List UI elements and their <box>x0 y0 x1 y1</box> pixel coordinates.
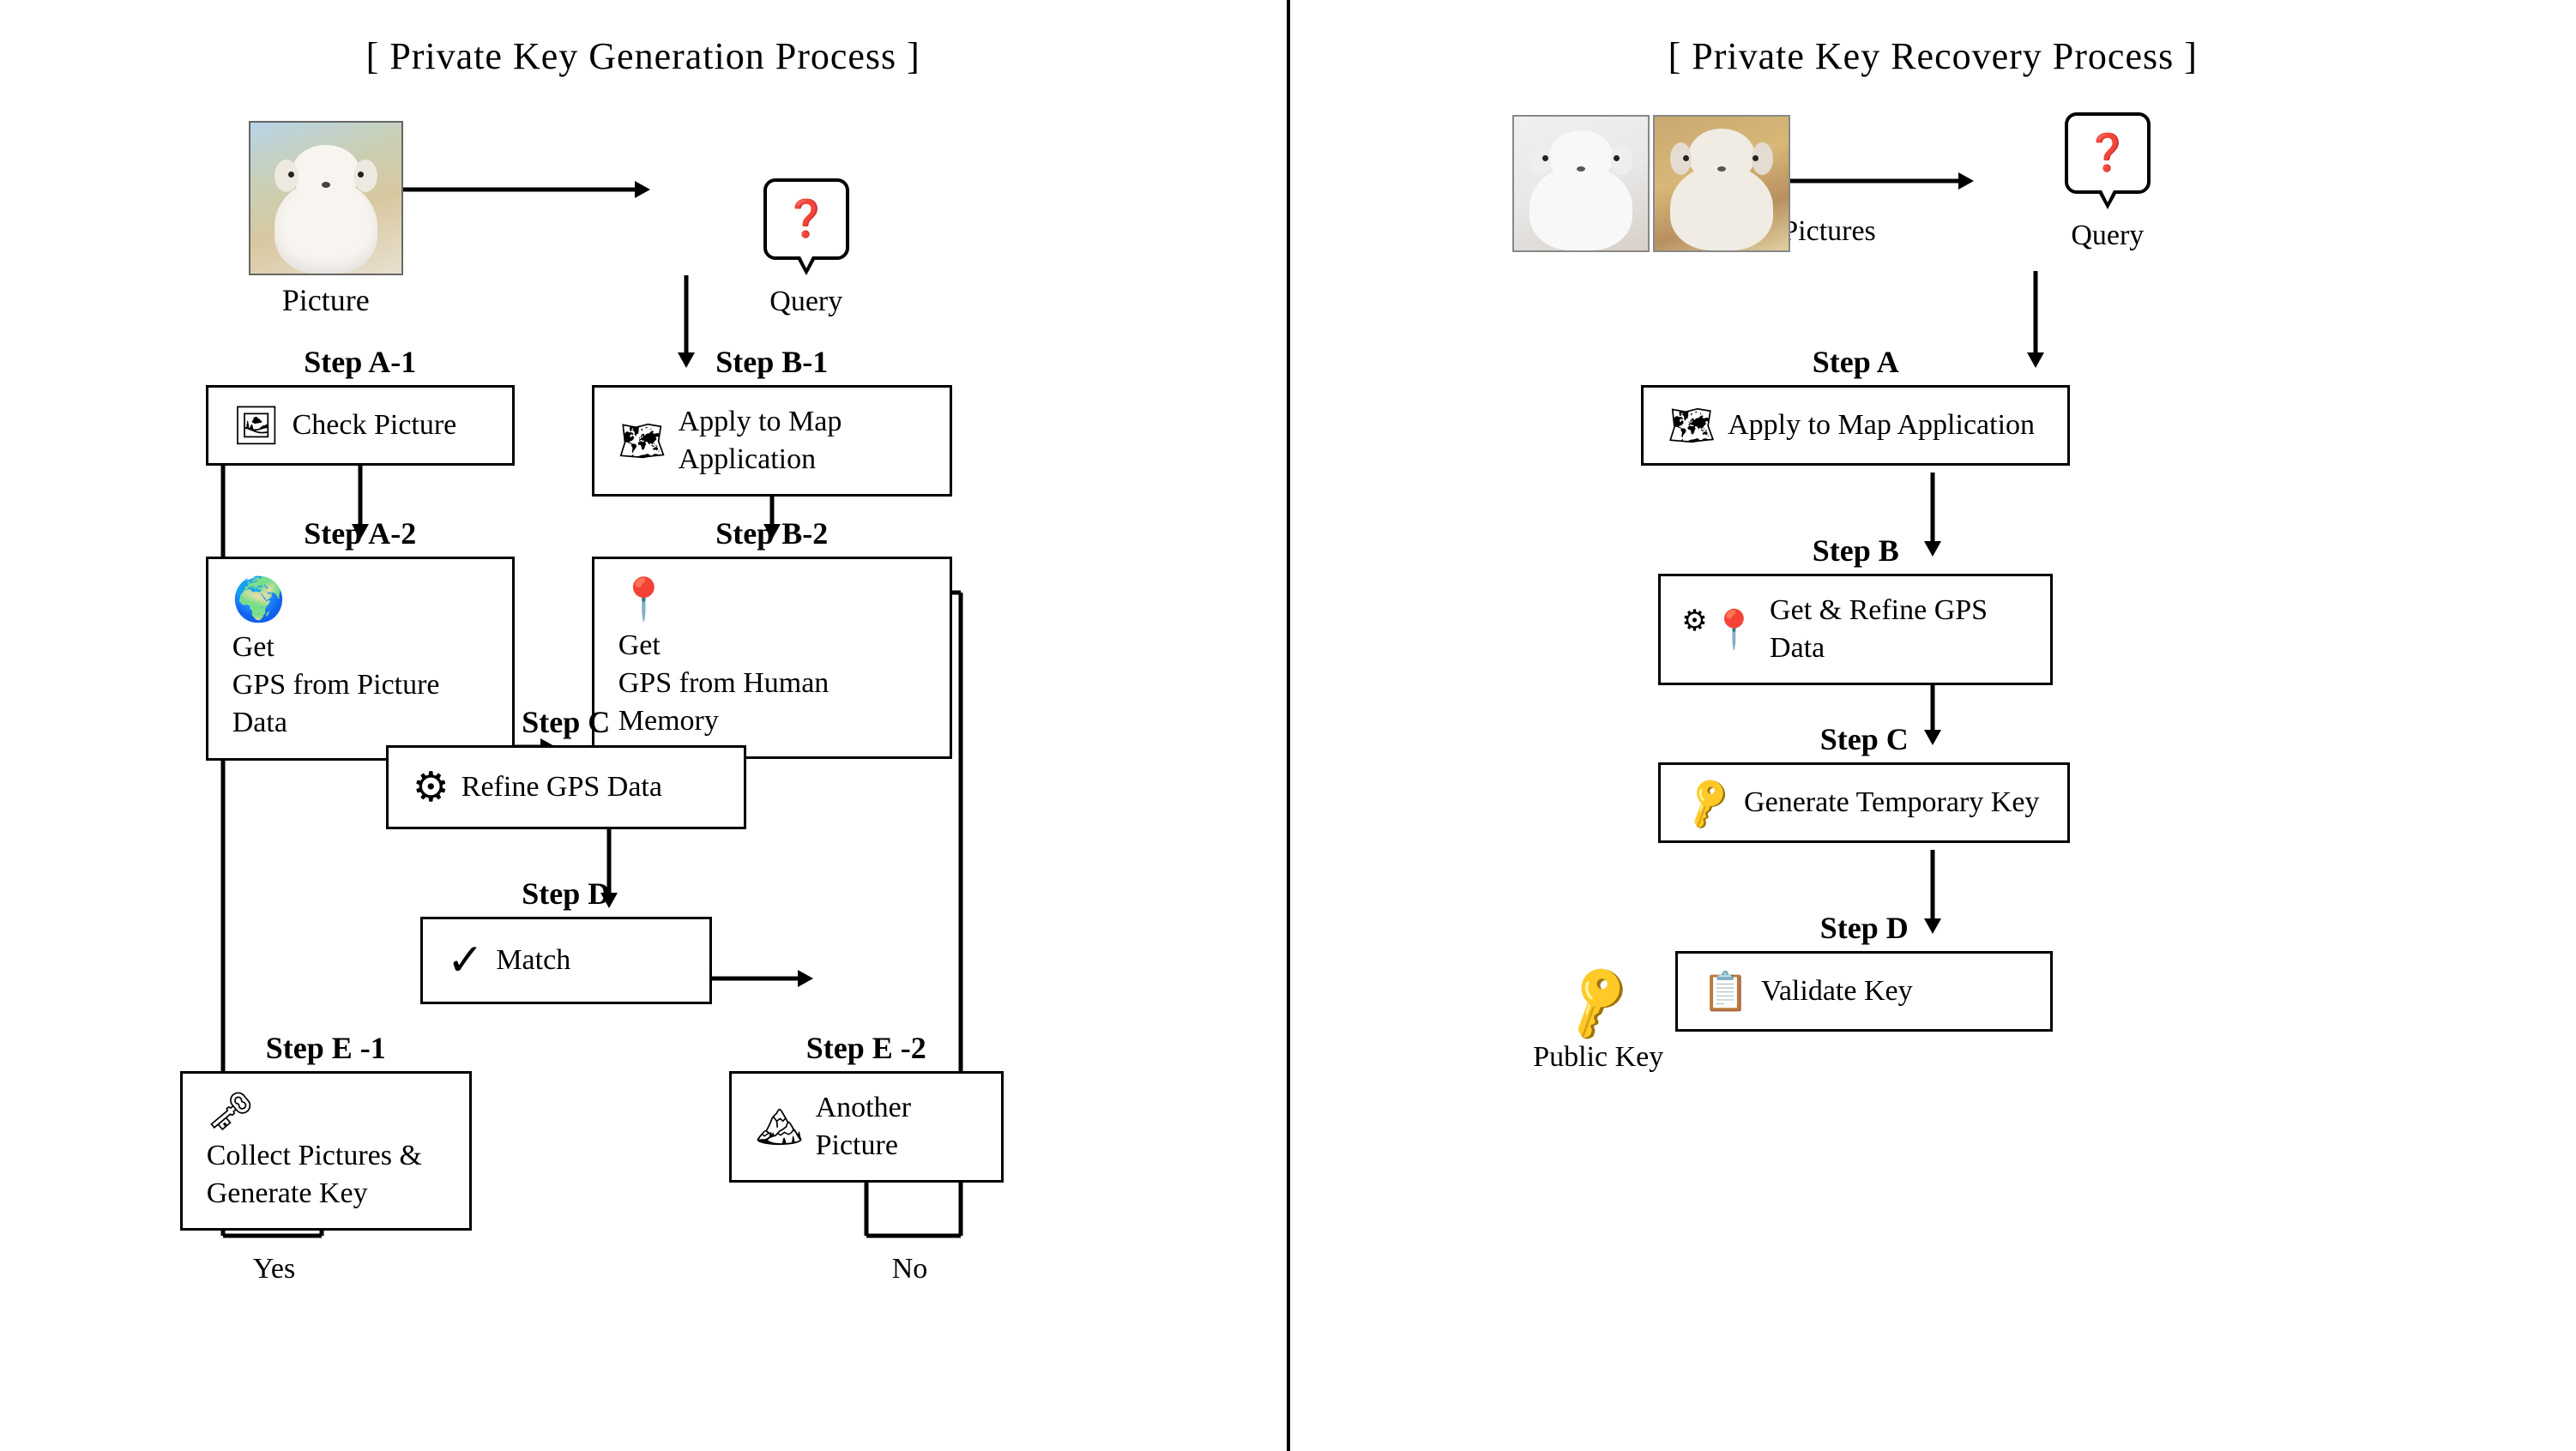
key-icon-e1: 🗝 <box>207 1089 255 1134</box>
step-c-wrapper: Step C ⚙ Refine GPS Data <box>386 704 746 829</box>
step-e2-wrapper: Step E -2 🏔 Another Picture <box>729 1030 1004 1183</box>
query-bubble-right: ❓ <box>2065 112 2151 194</box>
map-icon-b1: 🗺 <box>618 418 667 463</box>
no-label: No <box>892 1253 928 1285</box>
step-e2-label: Step E -2 <box>729 1030 1004 1066</box>
pin-icon-b2: 📍 <box>618 575 670 623</box>
left-title: [ Private Key Generation Process ] <box>366 34 920 78</box>
query-label-right: Query <box>2071 220 2144 252</box>
query-label-left: Query <box>769 286 842 318</box>
step-a-wrapper: Step A 🗺 Apply to Map Application <box>1641 344 2070 466</box>
yes-label: Yes <box>253 1253 295 1285</box>
step-d-right-text: Validate Key <box>1761 972 1913 1010</box>
step-a-label: Step A <box>1641 344 2070 380</box>
dog-image-1 <box>1512 115 1650 252</box>
picture-col: Picture <box>206 121 446 318</box>
dog-image-2 <box>1653 115 1790 252</box>
step-a-box: 🗺 Apply to Map Application <box>1641 385 2070 466</box>
query-col-left: ❓ Query <box>721 178 892 318</box>
picture-label: Picture <box>282 282 370 318</box>
step-c-right-box: 🔑 Generate Temporary Key <box>1658 762 2070 843</box>
pic-icon-e2: 🏔 <box>756 1105 804 1149</box>
step-e2-text: Another Picture <box>816 1089 977 1165</box>
step-a1-label: Step A-1 <box>206 344 515 380</box>
step-a2-label: Step A-2 <box>206 515 515 551</box>
query-bubble-left: ❓ <box>763 178 849 260</box>
gear-pin-icon-b: ⚙ 📍 <box>1685 607 1758 652</box>
step-d-right-box: 📋 Validate Key <box>1675 951 2053 1032</box>
step-b1-box: 🗺 Apply to Map Application <box>592 385 952 497</box>
left-top-row: Picture ❓ Query <box>206 121 892 318</box>
doc-icon-d: 📋 <box>1702 969 1749 1014</box>
step-c-label: Step C <box>386 704 746 740</box>
step-b2-label: Step B-2 <box>592 515 952 551</box>
step-c-box: ⚙ Refine GPS Data <box>386 745 746 829</box>
right-title: [ Private Key Recovery Process ] <box>1668 34 2198 78</box>
gear-icon-c: ⚙ <box>413 763 449 811</box>
step-c-right-wrapper: Step C 🔑 Generate Temporary Key <box>1658 721 2070 843</box>
step-d-right-wrapper: Step D 📋 Validate Key <box>1675 910 2053 1032</box>
step-e1-box: 🗝 Collect Pictures & Generate Key <box>180 1071 472 1231</box>
pictures-pair <box>1512 115 1790 252</box>
step-b-wrapper: Step B ⚙ 📍 Get & Refine GPS Data <box>1658 533 2053 685</box>
step-b1-text: Apply to Map Application <box>679 403 926 479</box>
step-d-box: ✓ Match <box>420 917 712 1004</box>
step-e1-label: Step E -1 <box>180 1030 472 1066</box>
step-b-label: Step B <box>1658 533 2053 569</box>
step-c-right-label: Step C <box>1658 721 2070 757</box>
step-d-wrapper: Step D ✓ Match <box>420 876 712 1004</box>
left-panel: [ Private Key Generation Process ] <box>0 0 1287 1451</box>
step-e1-wrapper: Step E -1 🗝 Collect Pictures & Generate … <box>180 1030 472 1231</box>
check-icon-d: ✓ <box>447 935 485 986</box>
map-icon-a: 🗺 <box>1668 403 1716 448</box>
step-a1-box: 🖼 Check Picture <box>206 385 515 466</box>
right-panel: [ Private Key Recovery Process ] <box>1290 0 2576 1451</box>
step-c-text: Refine GPS Data <box>462 768 662 806</box>
step-d-label: Step D <box>420 876 712 912</box>
public-key-wrapper: 🔑 Public Key <box>1512 970 1684 1074</box>
step-a-text: Apply to Map Application <box>1728 406 2035 444</box>
public-key-icon: 🔑 <box>1553 959 1643 1046</box>
public-key-label: Public Key <box>1533 1041 1663 1074</box>
picture-image <box>249 121 403 275</box>
key-icon-orange: 🔑 <box>1678 773 1740 833</box>
step-b-box: ⚙ 📍 Get & Refine GPS Data <box>1658 574 2053 685</box>
query-col-right: ❓ Query <box>2065 112 2151 252</box>
globe-icon-a2: 🌍 <box>232 575 286 625</box>
step-c-right-text: Generate Temporary Key <box>1744 784 2039 822</box>
step-a1-wrapper: Step A-1 🖼 Check Picture <box>206 344 515 466</box>
step-d-right-label: Step D <box>1675 910 2053 946</box>
right-top-row: Pictures ❓ Query <box>1512 112 2151 252</box>
step-d-text: Match <box>496 942 570 979</box>
pictures-label: Pictures <box>1782 215 1876 248</box>
step-b1-wrapper: Step B-1 🗺 Apply to Map Application <box>592 344 952 497</box>
step-b-text: Get & Refine GPS Data <box>1770 592 2026 667</box>
step-b1-label: Step B-1 <box>592 344 952 380</box>
step-e1-text: Collect Pictures & Generate Key <box>207 1137 422 1213</box>
step-a1-text: Check Picture <box>293 406 457 444</box>
step-e2-box: 🏔 Another Picture <box>729 1071 1004 1183</box>
check-picture-icon: 🖼 <box>232 403 281 448</box>
